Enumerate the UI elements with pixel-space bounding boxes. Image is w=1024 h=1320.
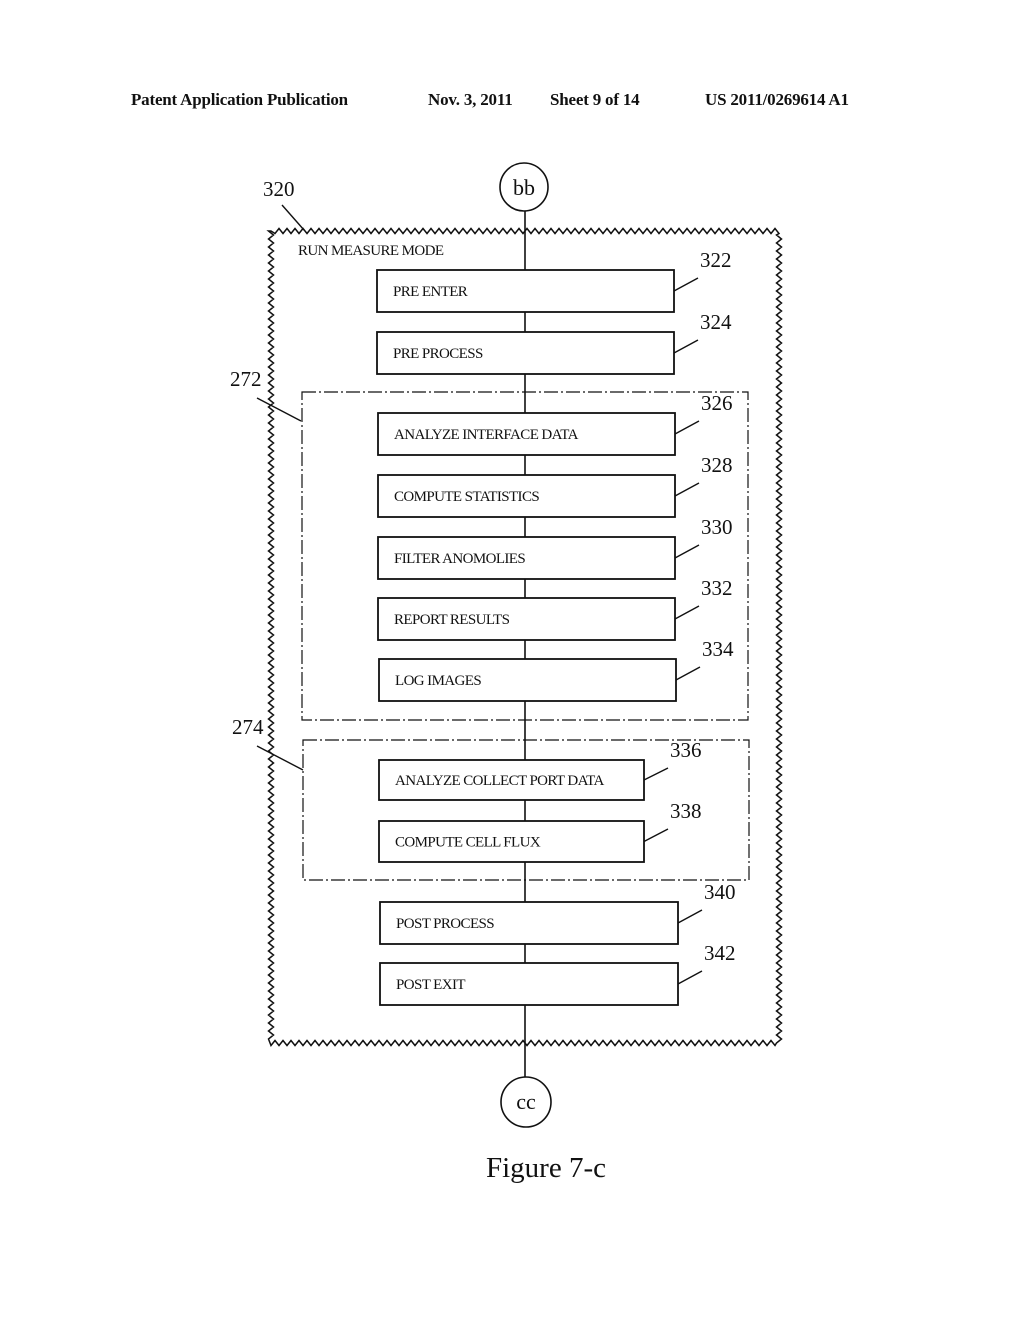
step-ref-number: 334: [702, 637, 734, 661]
process-step: PRE PROCESS 324: [376, 310, 732, 375]
outer-ref-leader: [281, 204, 305, 231]
process-step: POST PROCESS 340: [379, 880, 736, 945]
step-ref-leader: [674, 605, 700, 620]
process-step-label: POST PROCESS: [396, 916, 494, 932]
process-step: REPORT RESULTS 332: [377, 576, 733, 641]
connector-bottom-label: cc: [516, 1089, 536, 1114]
process-step-label: REPORT RESULTS: [394, 612, 510, 628]
step-ref-number: 340: [704, 880, 736, 904]
process-step-label: ANALYZE INTERFACE DATA: [394, 427, 579, 443]
step-ref-leader: [643, 767, 669, 781]
step-ref-number: 328: [701, 453, 733, 477]
outer-title: RUN MEASURE MODE: [298, 243, 444, 259]
figure-caption: Figure 7-c: [486, 1152, 606, 1184]
step-ref-number: 324: [700, 310, 732, 334]
process-step: COMPUTE CELL FLUX 338: [378, 799, 702, 863]
process-step-label: FILTER ANOMOLIES: [394, 551, 525, 567]
connector-bottom: cc: [500, 1076, 552, 1128]
process-step-label: PRE ENTER: [393, 284, 468, 300]
step-ref-number: 338: [670, 799, 702, 823]
process-step: FILTER ANOMOLIES 330: [377, 515, 733, 580]
flowchart: bb 320 RUN MEASURE MODE 272 274 PRE ENTE…: [230, 162, 783, 1184]
step-ref-number: 326: [701, 391, 733, 415]
process-step: COMPUTE STATISTICS 328: [377, 453, 733, 518]
process-step-label: COMPUTE STATISTICS: [394, 489, 539, 505]
step-ref-leader: [677, 970, 703, 985]
process-step-label: PRE PROCESS: [393, 346, 483, 362]
step-ref-leader: [674, 544, 700, 559]
group-a-leader: [256, 397, 302, 422]
connector-top: bb: [499, 162, 549, 212]
step-ref-number: 322: [700, 248, 732, 272]
step-ref-number: 332: [701, 576, 733, 600]
step-ref-number: 342: [704, 941, 736, 965]
step-ref-number: 330: [701, 515, 733, 539]
process-step-label: ANALYZE COLLECT PORT DATA: [395, 773, 605, 789]
step-ref-leader: [675, 666, 701, 681]
step-ref-leader: [673, 277, 699, 292]
process-step: ANALYZE COLLECT PORT DATA 336: [378, 738, 702, 801]
process-step: POST EXIT 342: [379, 941, 736, 1006]
step-ref-leader: [677, 909, 703, 924]
group-b-ref: 274: [232, 715, 264, 739]
process-step: LOG IMAGES 334: [378, 637, 734, 702]
process-step-label: COMPUTE CELL FLUX: [395, 835, 541, 851]
group-b-leader: [256, 745, 304, 771]
step-ref-leader: [674, 420, 700, 435]
group-a-ref: 272: [230, 367, 262, 391]
step-ref-leader: [643, 828, 669, 843]
process-step: ANALYZE INTERFACE DATA 326: [377, 391, 733, 456]
step-ref-leader: [673, 339, 699, 354]
outer-ref: 320: [263, 177, 295, 201]
step-ref-leader: [674, 482, 700, 497]
process-step-label: POST EXIT: [396, 977, 465, 993]
connector-top-label: bb: [513, 175, 535, 200]
step-ref-number: 336: [670, 738, 702, 762]
process-step-label: LOG IMAGES: [395, 673, 481, 689]
